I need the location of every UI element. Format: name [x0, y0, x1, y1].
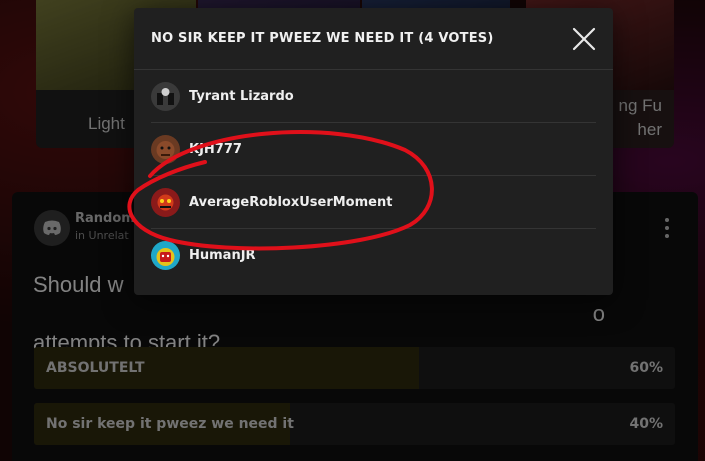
- voter-name[interactable]: HumanJR: [189, 248, 256, 263]
- avatar[interactable]: [151, 241, 180, 270]
- modal-title: NO SIR KEEP IT PWEEZ WE NEED IT (4 VOTES…: [151, 31, 494, 46]
- voter-item[interactable]: Tyrant Lizardo: [151, 70, 596, 123]
- modal-header: NO SIR KEEP IT PWEEZ WE NEED IT (4 VOTES…: [134, 8, 613, 70]
- avatar[interactable]: [151, 82, 180, 111]
- close-icon[interactable]: [571, 26, 597, 52]
- voter-item[interactable]: HumanJR: [151, 229, 596, 282]
- avatar[interactable]: [151, 135, 180, 164]
- voter-name[interactable]: Tyrant Lizardo: [189, 89, 294, 104]
- avatar[interactable]: [151, 188, 180, 217]
- voter-item[interactable]: KJH777: [151, 123, 596, 176]
- voters-modal: NO SIR KEEP IT PWEEZ WE NEED IT (4 VOTES…: [134, 8, 613, 295]
- voter-name[interactable]: KJH777: [189, 142, 242, 157]
- voter-name[interactable]: AverageRobloxUserMoment: [189, 195, 392, 210]
- voter-item[interactable]: AverageRobloxUserMoment: [151, 176, 596, 229]
- voter-list: Tyrant Lizardo KJH777 AverageRobloxUserM…: [134, 70, 613, 282]
